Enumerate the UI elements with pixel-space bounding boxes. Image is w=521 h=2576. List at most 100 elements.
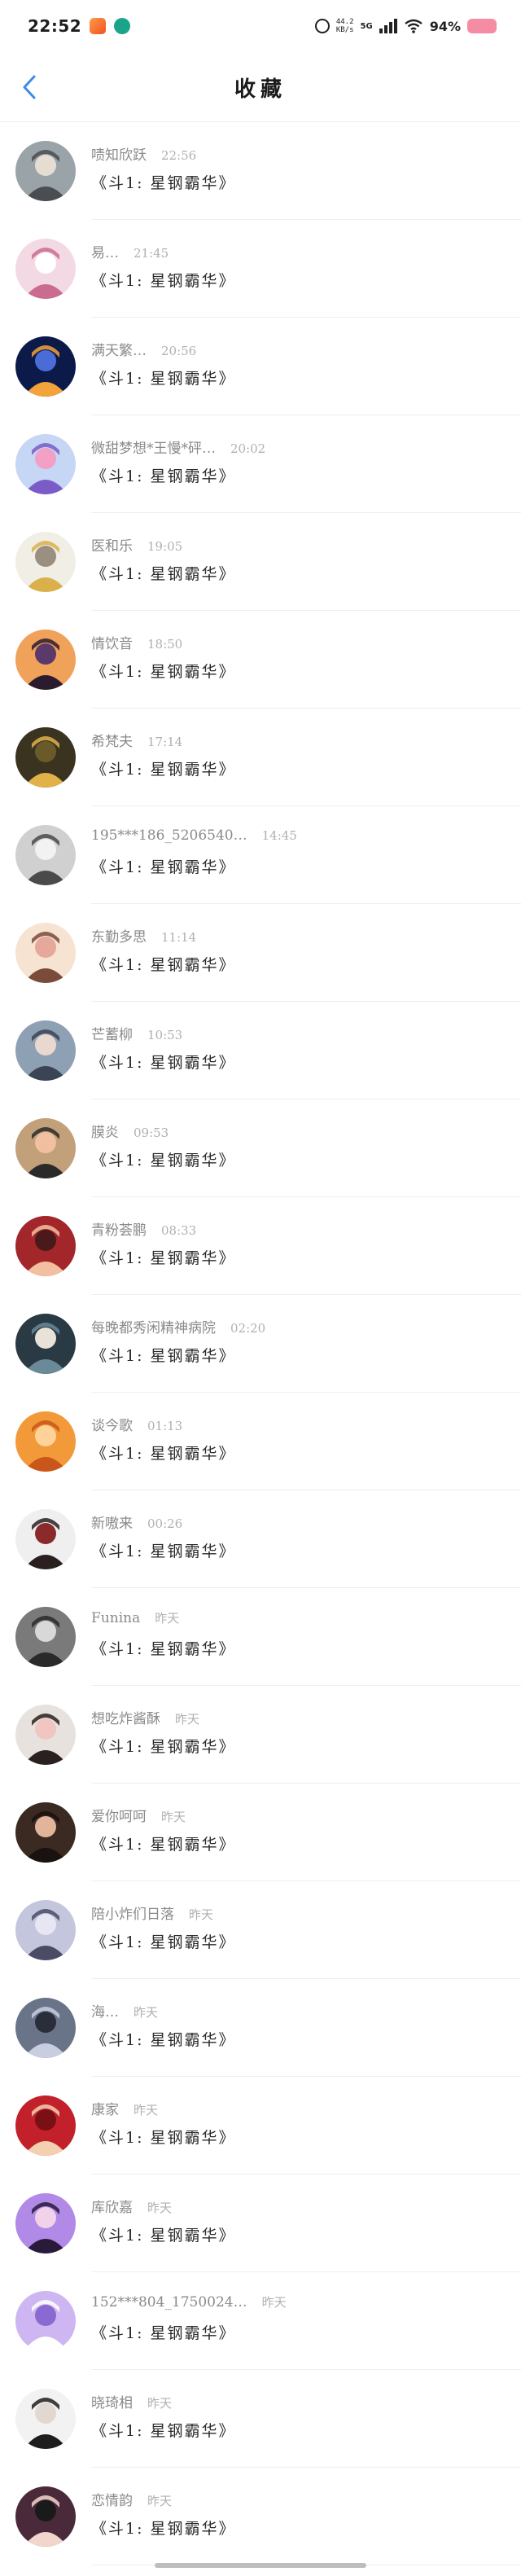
book-title[interactable]: 《斗1: 星钢霸华》 [91, 464, 236, 486]
avatar[interactable] [15, 1509, 76, 1569]
avatar[interactable] [15, 923, 76, 983]
book-title[interactable]: 《斗1: 星钢霸华》 [91, 1344, 236, 1366]
avatar[interactable] [15, 630, 76, 690]
list-item[interactable]: 芒蓄柳 10:53 《斗1: 星钢霸华》 [0, 1002, 521, 1099]
list-item[interactable]: 康家 昨天 《斗1: 星钢霸华》 [0, 2077, 521, 2174]
list-item[interactable]: 膜炎 09:53 《斗1: 星钢霸华》 [0, 1099, 521, 1197]
book-title[interactable]: 《斗1: 星钢霸华》 [91, 366, 236, 388]
book-title[interactable]: 《斗1: 星钢霸华》 [91, 171, 236, 193]
list-item[interactable]: 晓琦相 昨天 《斗1: 星钢霸华》 [0, 2370, 521, 2468]
timestamp: 22:56 [161, 148, 197, 163]
avatar[interactable] [15, 2389, 76, 2449]
home-indicator[interactable] [155, 2563, 366, 2568]
list-item[interactable]: 微甜梦想*王慢*砰… 20:02 《斗1: 星钢霸华》 [0, 415, 521, 513]
nickname: 医和乐 [91, 538, 133, 555]
list-item[interactable]: 想吃炸酱酥 昨天《斗1: 星钢霸华》 [0, 1686, 521, 1784]
network-type: 5G [360, 21, 373, 31]
list-item[interactable]: 东勤多思 11:14 《斗1: 星钢霸华》 [0, 904, 521, 1002]
book-title[interactable]: 《斗1: 星钢霸华》 [91, 1246, 236, 1268]
avatar[interactable] [15, 2291, 76, 2351]
avatar[interactable] [15, 336, 76, 397]
avatar[interactable] [15, 434, 76, 494]
timestamp: 10:53 [147, 1028, 183, 1042]
timestamp: 昨天 [147, 2396, 173, 2411]
list-item[interactable]: 满天繁… 20:56 《斗1: 星钢霸华》 [0, 318, 521, 415]
list-item[interactable]: Funina 昨天 《斗1: 星钢霸华》 [0, 1588, 521, 1686]
timestamp: 18:50 [147, 637, 183, 652]
nickname-row: 想吃炸酱酥 昨天 [91, 1707, 199, 1727]
avatar[interactable] [15, 2486, 76, 2547]
list-item[interactable]: 情饮音 18:50 《斗1: 星钢霸华》 [0, 611, 521, 709]
book-title[interactable]: 《斗1: 星钢霸华》 [91, 2028, 236, 2050]
avatar[interactable] [15, 727, 76, 788]
avatar[interactable] [15, 239, 76, 299]
nickname-row: 库欣嘉 昨天 [91, 2196, 172, 2216]
list-item[interactable]: 新嗷来 00:26 《斗1: 星钢霸华》 [0, 1490, 521, 1588]
list-item[interactable]: 谈今歌 01:13 《斗1: 星钢霸华》 [0, 1393, 521, 1490]
avatar[interactable] [15, 1900, 76, 1960]
nickname: 陪小炸们日落 [91, 1907, 174, 1923]
avatar[interactable] [15, 532, 76, 592]
timestamp: 11:14 [161, 930, 197, 945]
status-indicators: 44.2 KB/s 5G 94% [314, 18, 497, 34]
timestamp: 19:05 [147, 539, 183, 554]
list-item[interactable]: 每晚都秀闲精神病院 02:20 《斗1: 星钢霸华》 [0, 1295, 521, 1393]
book-title[interactable]: 《斗1: 星钢霸华》 [91, 2419, 236, 2441]
avatar[interactable] [15, 2095, 76, 2156]
timestamp: 01:13 [147, 1419, 183, 1433]
nickname-row: 满天繁… 20:56 [91, 339, 196, 359]
list-item[interactable]: 青粉荟鹏 08:33 《斗1: 星钢霸华》 [0, 1197, 521, 1295]
list-item[interactable]: 医和乐 19:05 《斗1: 星钢霸华》 [0, 513, 521, 611]
list-item[interactable]: 库欣嘉 昨天《斗1: 星钢霸华》 [0, 2174, 521, 2272]
list-item[interactable]: 海… 昨天 《斗1: 星钢霸华》 [0, 1979, 521, 2077]
book-title[interactable]: 《斗1: 星钢霸华》 [91, 953, 236, 975]
avatar[interactable] [15, 2193, 76, 2253]
favorites-page: 22:52 44.2 KB/s 5G 94% 收藏 啧知欣跃 22:56 《斗1… [0, 0, 521, 2576]
list-item[interactable]: 爱你呵呵 昨天 《斗1: 星钢霸华》 [0, 1784, 521, 1881]
book-title[interactable]: 《斗1: 星钢霸华》 [91, 1637, 236, 1659]
book-title[interactable]: 《斗1: 星钢霸华》 [91, 1930, 236, 1952]
book-title[interactable]: 《斗1: 星钢霸华》 [91, 1051, 236, 1073]
avatar[interactable] [15, 1020, 76, 1081]
list-item[interactable]: 易… 21:45 《斗1: 星钢霸华》 [0, 220, 521, 318]
book-title[interactable]: 《斗1: 星钢霸华》 [91, 562, 236, 584]
avatar[interactable] [15, 825, 76, 885]
list-item[interactable]: 希梵夫 17:14 《斗1: 星钢霸华》 [0, 709, 521, 806]
timestamp: 20:02 [230, 441, 266, 456]
book-title[interactable]: 《斗1: 星钢霸华》 [91, 660, 236, 682]
back-button[interactable] [15, 70, 44, 104]
timestamp: 昨天 [261, 2295, 287, 2310]
book-title[interactable]: 《斗1: 星钢霸华》 [91, 1148, 236, 1170]
list-item[interactable]: 陪小炸们日落 昨天 《斗1: 星钢霸华》 [0, 1881, 521, 1979]
avatar[interactable] [15, 1607, 76, 1667]
avatar[interactable] [15, 1998, 76, 2058]
nickname: 想吃炸酱酥 [91, 1711, 160, 1727]
list-item[interactable]: 152***804_1750024… 昨天《斗1: 星钢霸华》 [0, 2272, 521, 2370]
book-title[interactable]: 《斗1: 星钢霸华》 [91, 1442, 236, 1464]
avatar[interactable] [15, 141, 76, 201]
book-title[interactable]: 《斗1: 星钢霸华》 [91, 1832, 236, 1854]
book-title[interactable]: 《斗1: 星钢霸华》 [91, 269, 236, 291]
nickname: 152***804_1750024… [91, 2294, 247, 2311]
book-title[interactable]: 《斗1: 星钢霸华》 [91, 855, 236, 877]
list-item[interactable]: 恋情韵 昨天 《斗1: 星钢霸华》 [0, 2468, 521, 2565]
avatar[interactable] [15, 1314, 76, 1374]
book-title[interactable]: 《斗1: 星钢霸华》 [91, 2223, 236, 2245]
list-item[interactable]: 195***186_5206540… 14:45 《斗1: 星钢霸华》 [0, 806, 521, 904]
avatar[interactable] [15, 1216, 76, 1276]
avatar[interactable] [15, 1118, 76, 1178]
avatar[interactable] [15, 1802, 76, 1863]
book-title[interactable]: 《斗1: 星钢霸华》 [91, 1539, 236, 1561]
list-item[interactable]: 啧知欣跃 22:56 《斗1: 星钢霸华》 [0, 122, 521, 220]
avatar[interactable] [15, 1411, 76, 1472]
book-title[interactable]: 《斗1: 星钢霸华》 [91, 2517, 236, 2539]
nickname-row: 易… 21:45 [91, 241, 169, 261]
nickname: 195***186_5206540… [91, 827, 247, 844]
nickname: 芒蓄柳 [91, 1027, 133, 1043]
book-title[interactable]: 《斗1: 星钢霸华》 [91, 1735, 236, 1757]
book-title[interactable]: 《斗1: 星钢霸华》 [91, 757, 236, 779]
book-title[interactable]: 《斗1: 星钢霸华》 [91, 2126, 236, 2148]
avatar[interactable] [15, 1705, 76, 1765]
book-title[interactable]: 《斗1: 星钢霸华》 [91, 2321, 236, 2343]
status-time: 22:52 [28, 16, 82, 36]
